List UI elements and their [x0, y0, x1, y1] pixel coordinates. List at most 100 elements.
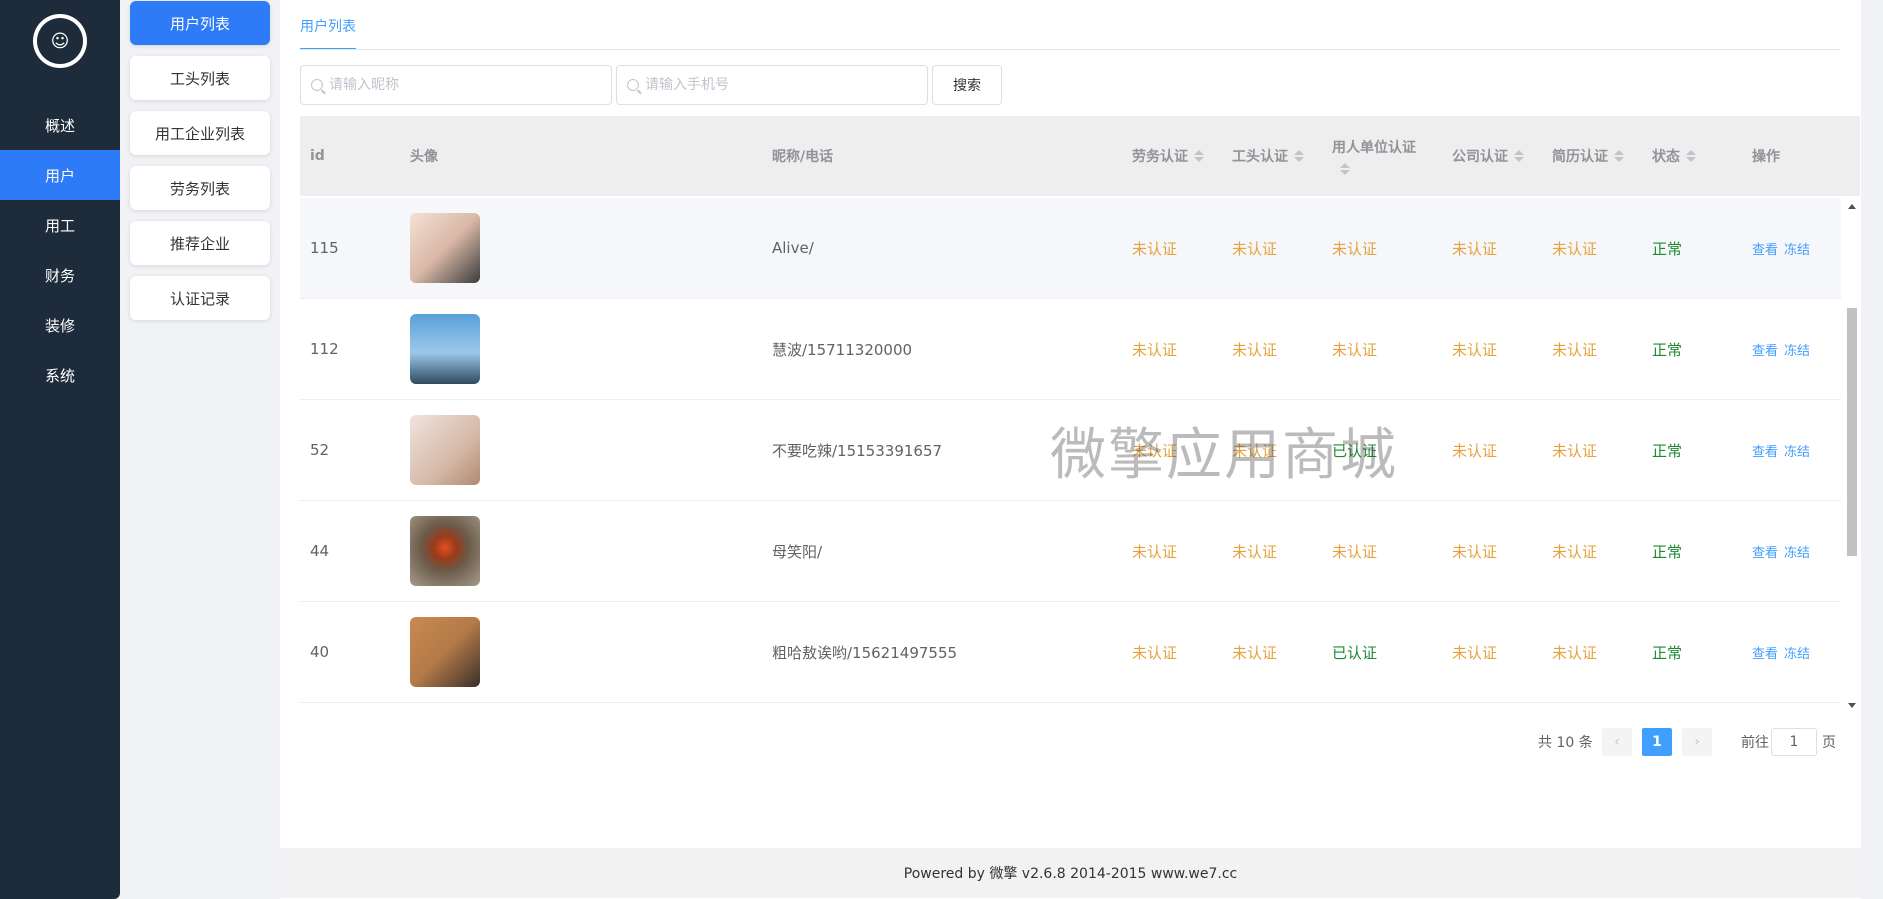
cell-foreman-cert: 未认证	[1232, 542, 1278, 561]
cell-name-phone: Alive/	[772, 239, 814, 257]
prev-page-button[interactable]: ‹	[1602, 728, 1632, 756]
cell-actions: 查看 冻结	[1752, 501, 1816, 601]
view-link[interactable]: 查看	[1752, 340, 1778, 359]
cell-foreman-cert: 未认证	[1232, 340, 1278, 359]
avatar[interactable]	[410, 314, 480, 384]
cell-actions: 查看 冻结	[1752, 602, 1816, 702]
page-number-button[interactable]: 1	[1642, 728, 1672, 756]
scroll-thumb[interactable]	[1847, 308, 1857, 556]
goto-label: 前往	[1741, 735, 1769, 751]
phone-search-input[interactable]	[645, 77, 905, 93]
scroll-down-icon[interactable]	[1848, 703, 1856, 708]
sort-icon[interactable]	[1614, 150, 1624, 162]
view-link[interactable]: 查看	[1752, 542, 1778, 561]
view-link[interactable]: 查看	[1752, 643, 1778, 662]
nav-item-users[interactable]: 用户	[0, 150, 120, 200]
freeze-link[interactable]: 冻结	[1784, 340, 1810, 359]
page-suffix-label: 页	[1822, 735, 1836, 751]
column-header-label: 用人单位认证	[1332, 140, 1416, 156]
column-header-employer-cert[interactable]: 用人单位认证	[1332, 116, 1416, 196]
sort-icon[interactable]	[1686, 150, 1696, 162]
nickname-search-field[interactable]	[300, 65, 612, 105]
nav-item-overview[interactable]: 概述	[0, 100, 120, 150]
submenu-recommended-companies[interactable]: 推荐企业	[130, 221, 270, 265]
nickname-search-input[interactable]	[329, 77, 589, 93]
table-row[interactable]: 112 慧波/15711320000 未认证 未认证 未认证 未认证 未认证 正…	[300, 299, 1841, 400]
footer-text: Powered by 微擎 v2.6.8 2014-2015 www.we7.c…	[903, 866, 1238, 882]
cell-status: 正常	[1652, 542, 1683, 561]
table-row[interactable]: 52 不要吃辣/15153391657 未认证 未认证 已认证 未认证 未认证 …	[300, 400, 1841, 501]
column-header-label: 工头认证	[1232, 149, 1288, 165]
nav-item-finance[interactable]: 财务	[0, 250, 120, 300]
cell-employer-cert: 已认证	[1332, 441, 1378, 460]
search-button[interactable]: 搜索	[932, 65, 1002, 105]
table-row[interactable]: 40 粗哈敖诶哟/15621497555 未认证 未认证 已认证 未认证 未认证…	[300, 602, 1841, 703]
cell-avatar	[410, 400, 480, 500]
handshake-icon: ☺	[37, 18, 83, 64]
cell-id: 115	[310, 239, 339, 257]
nav-item-decoration[interactable]: 装修	[0, 300, 120, 350]
cell-avatar	[410, 299, 480, 399]
freeze-link[interactable]: 冻结	[1784, 643, 1810, 662]
goto-page-input[interactable]	[1771, 728, 1817, 756]
submenu-user-list[interactable]: 用户列表	[130, 1, 270, 45]
view-link[interactable]: 查看	[1752, 239, 1778, 258]
cell-avatar	[410, 602, 480, 702]
column-header-labor-cert[interactable]: 劳务认证	[1132, 116, 1204, 196]
cell-name-phone: 母笑阳/	[772, 542, 823, 561]
nav-item-employment[interactable]: 用工	[0, 200, 120, 250]
table-row[interactable]: 44 母笑阳/ 未认证 未认证 未认证 未认证 未认证 正常 查看 冻结	[300, 501, 1841, 602]
nav-item-system[interactable]: 系统	[0, 350, 120, 400]
next-page-button[interactable]: ›	[1682, 728, 1712, 756]
cell-company-cert: 未认证	[1452, 643, 1498, 662]
cell-status: 正常	[1652, 441, 1683, 460]
cell-labor-cert: 未认证	[1132, 542, 1178, 561]
cell-foreman-cert: 未认证	[1232, 643, 1278, 662]
column-header-status[interactable]: 状态	[1652, 116, 1696, 196]
phone-search-field[interactable]	[616, 65, 928, 105]
sort-icon[interactable]	[1514, 150, 1524, 162]
cell-name-phone: 慧波/15711320000	[772, 340, 913, 359]
cell-avatar	[410, 501, 480, 601]
avatar[interactable]	[410, 213, 480, 283]
cell-resume-cert: 未认证	[1552, 542, 1598, 561]
cell-resume-cert: 未认证	[1552, 643, 1598, 662]
column-header-avatar: 头像	[410, 116, 438, 196]
avatar[interactable]	[410, 415, 480, 485]
cell-foreman-cert: 未认证	[1232, 239, 1278, 258]
avatar[interactable]	[410, 516, 480, 586]
sort-icon[interactable]	[1294, 150, 1304, 162]
freeze-link[interactable]: 冻结	[1784, 542, 1810, 561]
submenu-employer-list[interactable]: 用工企业列表	[130, 111, 270, 155]
cell-labor-cert: 未认证	[1132, 643, 1178, 662]
column-header-resume-cert[interactable]: 简历认证	[1552, 116, 1624, 196]
column-header-actions: 操作	[1752, 116, 1780, 196]
submenu-foreman-list[interactable]: 工头列表	[130, 56, 270, 100]
column-header-label: id	[310, 148, 325, 164]
cell-actions: 查看 冻结	[1752, 400, 1816, 500]
submenu-cert-records[interactable]: 认证记录	[130, 276, 270, 320]
column-header-company-cert[interactable]: 公司认证	[1452, 116, 1524, 196]
cell-employer-cert: 已认证	[1332, 643, 1378, 662]
search-icon	[627, 79, 639, 91]
app-logo[interactable]: ☺	[33, 14, 87, 68]
cell-id: 52	[310, 441, 330, 459]
view-link[interactable]: 查看	[1752, 441, 1778, 460]
submenu-labor-list[interactable]: 劳务列表	[130, 166, 270, 210]
scroll-up-icon[interactable]	[1848, 204, 1856, 209]
column-header-foreman-cert[interactable]: 工头认证	[1232, 116, 1304, 196]
sort-icon[interactable]	[1340, 163, 1350, 175]
tab-user-list[interactable]: 用户列表	[300, 16, 356, 36]
table-scrollbar[interactable]	[1845, 198, 1858, 714]
freeze-link[interactable]: 冻结	[1784, 239, 1810, 258]
cell-resume-cert: 未认证	[1552, 441, 1598, 460]
freeze-link[interactable]: 冻结	[1784, 441, 1810, 460]
column-header-id: id	[310, 116, 325, 196]
sort-icon[interactable]	[1194, 150, 1204, 162]
cell-status: 正常	[1652, 340, 1683, 359]
avatar[interactable]	[410, 617, 480, 687]
table-header: id 头像 昵称/电话 劳务认证 工头认证 用人单位认证 公司认证 简历认证 状…	[300, 116, 1860, 196]
cell-id: 112	[310, 340, 339, 358]
column-header-label: 昵称/电话	[772, 149, 834, 165]
table-row[interactable]: 115 Alive/ 未认证 未认证 未认证 未认证 未认证 正常 查看 冻结	[300, 198, 1841, 299]
